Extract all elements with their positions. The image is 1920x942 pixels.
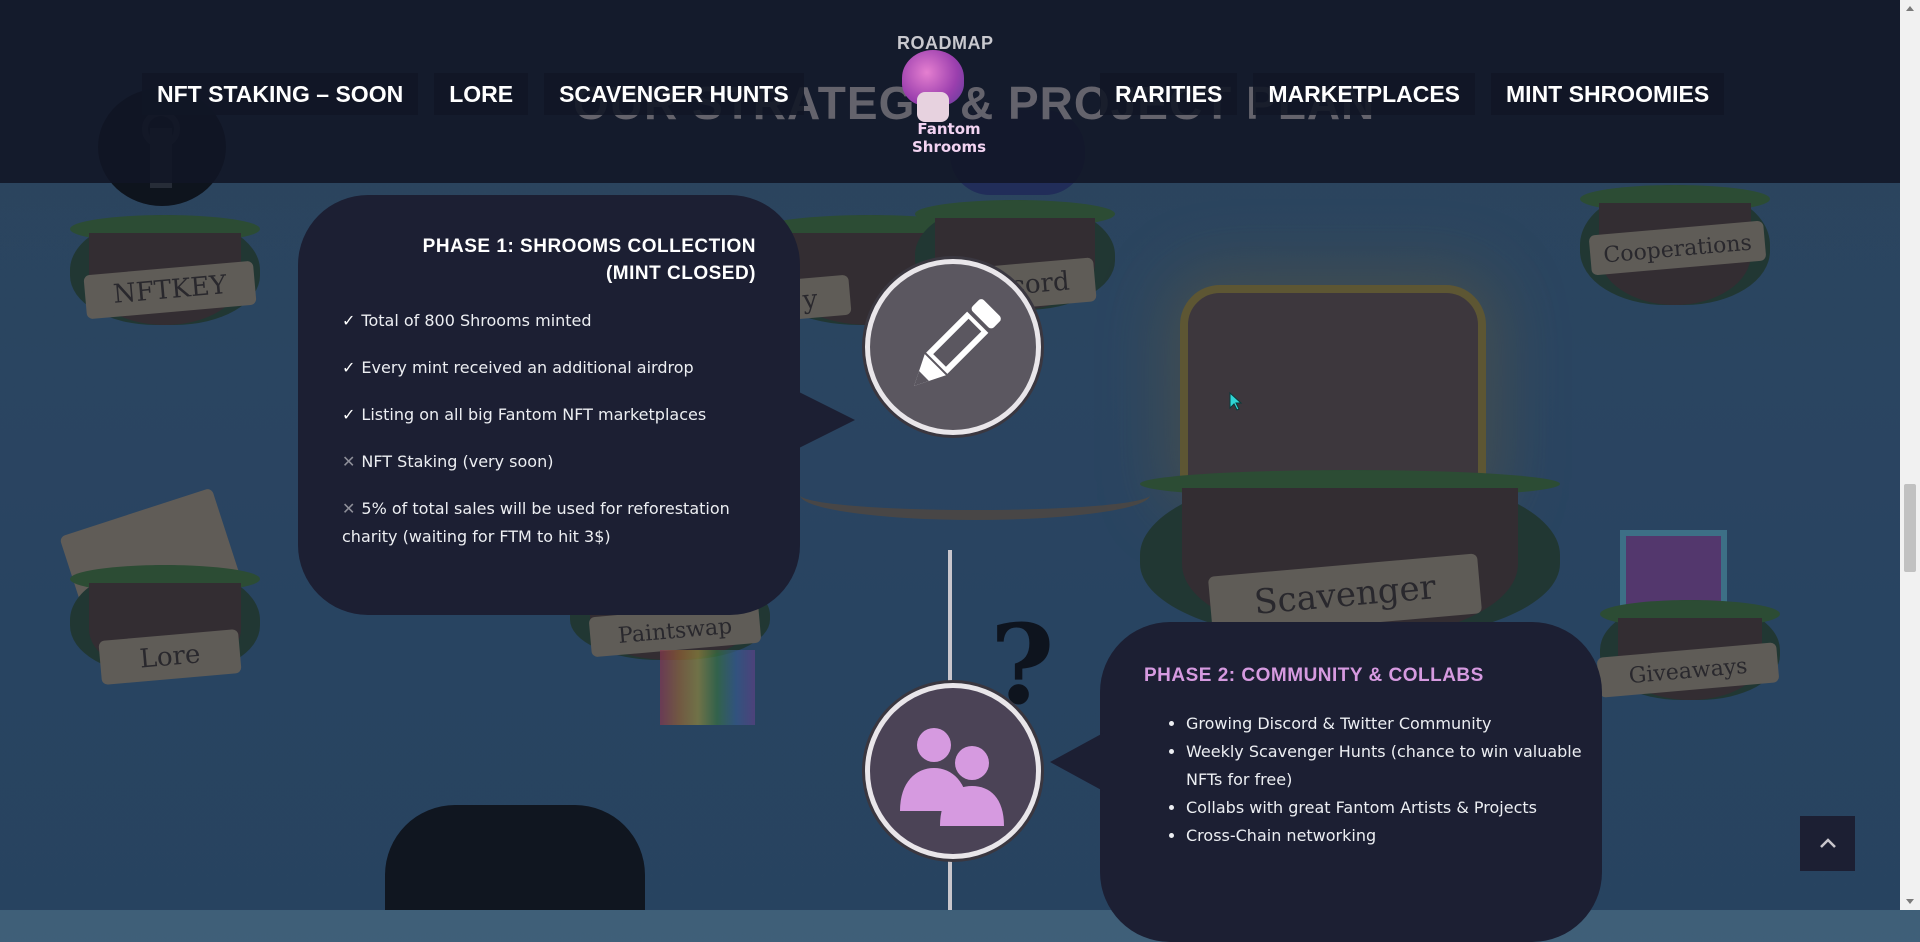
scroll-to-top-button[interactable] — [1800, 816, 1855, 871]
phase-2-list: Growing Discord & Twitter Community Week… — [1166, 710, 1586, 850]
site-logo[interactable]: Fantom Shrooms — [882, 42, 1016, 156]
check-icon: ✓ — [342, 405, 356, 424]
phase-card-2: PHASE 2: COMMUNITY & COLLABS Growing Dis… — [1050, 622, 1602, 942]
nav-item-marketplaces[interactable]: MARKETPLACES — [1253, 73, 1476, 115]
nav-item-nft-staking[interactable]: NFT STAKING – SOON — [142, 73, 419, 115]
list-item: ✓ Total of 800 Shrooms minted — [342, 307, 762, 335]
phase-card-1: PHASE 1: SHROOMS COLLECTION (MINT CLOSED… — [298, 195, 855, 615]
cross-icon: ✕ — [342, 452, 356, 471]
logo-text: Fantom Shrooms — [911, 120, 987, 156]
phase-1-title: PHASE 1: SHROOMS COLLECTION (MINT CLOSED… — [422, 236, 756, 284]
main-nav-left: NFT STAKING – SOON LORE SCAVENGER HUNTS — [142, 73, 804, 115]
list-item: ✓ Every mint received an additional airdr… — [342, 354, 762, 382]
phase-2-title: PHASE 2: COMMUNITY & COLLABS — [1144, 665, 1484, 686]
mouse-cursor-icon — [1229, 392, 1243, 411]
scroll-down-arrow-icon[interactable] — [1906, 899, 1914, 904]
check-icon: ✓ — [342, 311, 356, 330]
nav-item-lore[interactable]: LORE — [434, 73, 529, 115]
phase-1-list: ✓ Total of 800 Shrooms minted ✓ Every mint… — [342, 307, 762, 570]
nav-item-rarities[interactable]: RARITIES — [1100, 73, 1238, 115]
list-item: ✓ Listing on all big Fantom NFT marketpla… — [342, 401, 762, 429]
list-item: Growing Discord & Twitter Community — [1186, 710, 1586, 738]
scroll-up-arrow-icon[interactable] — [1906, 6, 1914, 11]
scrollbar-thumb[interactable] — [1904, 484, 1916, 572]
page-scrollbar[interactable] — [1900, 0, 1920, 910]
list-item: Cross-Chain networking — [1186, 822, 1586, 850]
list-item: ✕ NFT Staking (very soon) — [342, 448, 762, 476]
users-icon — [865, 683, 1041, 859]
nav-item-mint-shroomies[interactable]: MINT SHROOMIES — [1491, 73, 1725, 115]
chevron-up-icon — [1820, 838, 1836, 848]
check-icon: ✓ — [342, 358, 356, 377]
main-nav-right: RARITIES MARKETPLACES MINT SHROOMIES — [1100, 73, 1725, 115]
pencil-icon — [865, 259, 1041, 435]
list-item: Weekly Scavenger Hunts (chance to win va… — [1186, 738, 1586, 794]
list-item: Collabs with great Fantom Artists & Proj… — [1186, 794, 1586, 822]
cross-icon: ✕ — [342, 499, 356, 518]
nav-item-scavenger-hunts[interactable]: SCAVENGER HUNTS — [544, 73, 804, 115]
list-item: ✕ 5% of total sales will be used for refo… — [342, 495, 762, 551]
